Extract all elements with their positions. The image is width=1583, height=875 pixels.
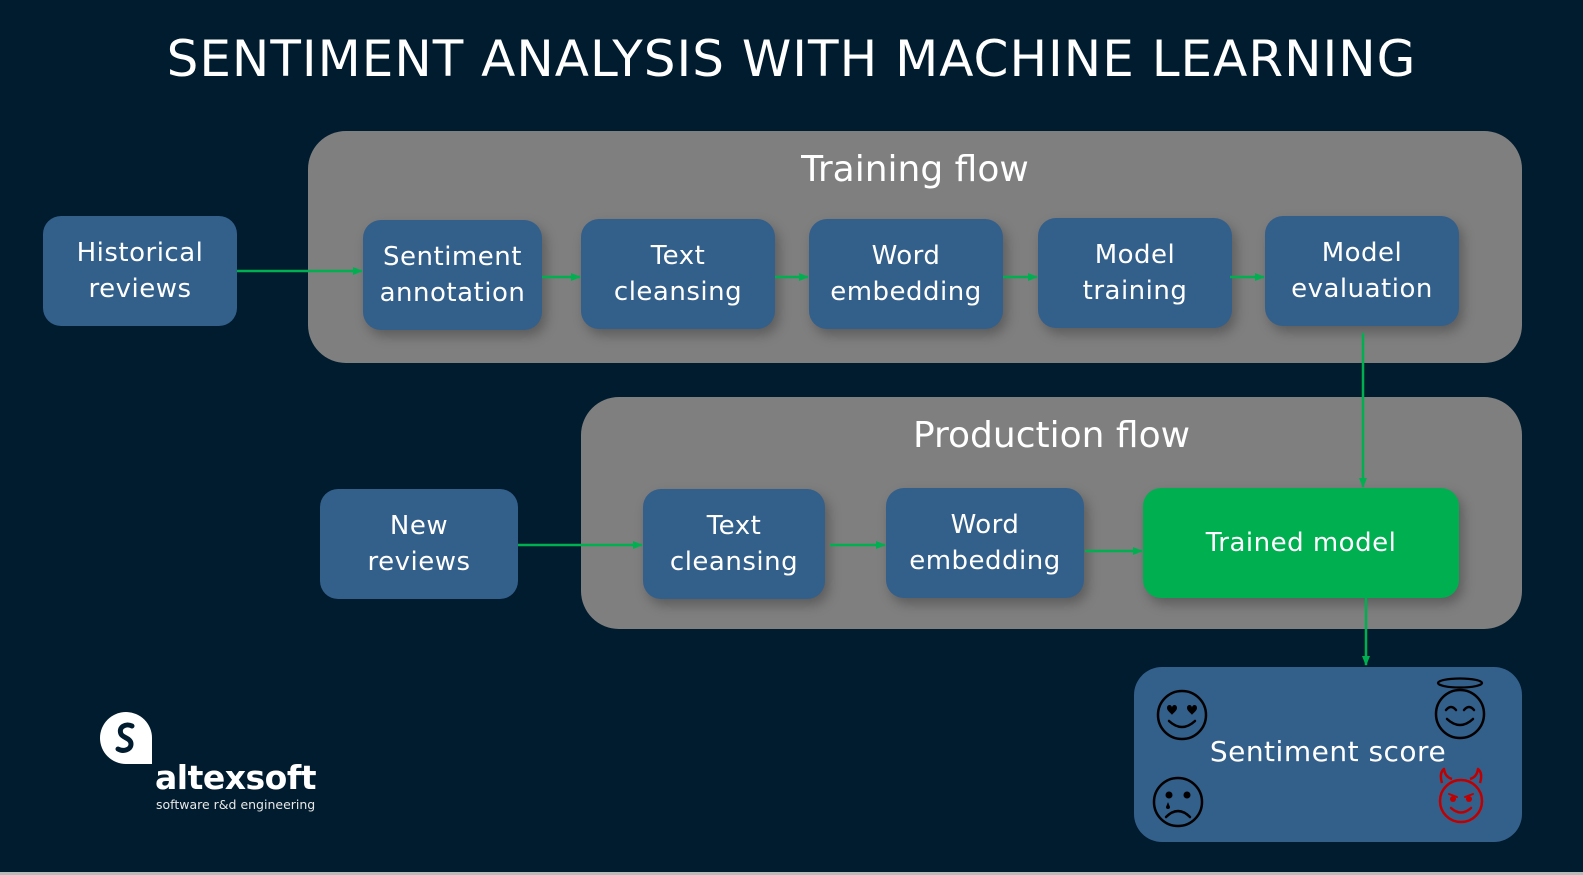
production-word-embedding-node: Word embedding bbox=[886, 488, 1084, 598]
model-evaluation-label: Model evaluation bbox=[1291, 238, 1433, 304]
sentiment-score-box: Sentiment score bbox=[1134, 667, 1522, 842]
training-text-cleansing-node: Text cleansing bbox=[581, 219, 775, 329]
sentiment-annotation-label: Sentiment annotation bbox=[379, 242, 526, 308]
altexsoft-logo-icon bbox=[100, 712, 152, 764]
new-reviews-node: New reviews bbox=[320, 489, 518, 599]
model-evaluation-node: Model evaluation bbox=[1265, 216, 1459, 326]
heart-eyes-face-icon bbox=[1156, 689, 1208, 741]
logo-name: altexsoft bbox=[155, 758, 316, 797]
devil-face-icon bbox=[1438, 767, 1484, 824]
historical-reviews-node: Historical reviews bbox=[43, 216, 237, 326]
production-text-cleansing-label: Text cleansing bbox=[669, 511, 799, 577]
logo-tagline: software r&d engineering bbox=[156, 797, 316, 812]
training-word-embedding-label: Word embedding bbox=[830, 241, 982, 307]
page-title: SENTIMENT ANALYSIS WITH MACHINE LEARNING bbox=[166, 30, 1417, 88]
historical-reviews-label: Historical reviews bbox=[76, 238, 204, 304]
production-word-embedding-label: Word embedding bbox=[909, 510, 1061, 576]
angel-face-icon bbox=[1434, 677, 1486, 740]
trained-model-label: Trained model bbox=[1205, 528, 1397, 558]
model-training-label: Model training bbox=[1082, 240, 1188, 306]
training-text-cleansing-label: Text cleansing bbox=[613, 241, 743, 307]
training-flow-title: Training flow bbox=[801, 149, 1029, 190]
crying-sad-face-icon bbox=[1152, 776, 1204, 828]
training-word-embedding-node: Word embedding bbox=[809, 219, 1003, 329]
sentiment-annotation-node: Sentiment annotation bbox=[363, 220, 542, 330]
trained-model-node: Trained model bbox=[1143, 488, 1459, 598]
production-flow-title: Production flow bbox=[912, 415, 1191, 456]
new-reviews-label: New reviews bbox=[367, 511, 471, 577]
production-text-cleansing-node: Text cleansing bbox=[643, 489, 825, 599]
model-training-node: Model training bbox=[1038, 218, 1232, 328]
